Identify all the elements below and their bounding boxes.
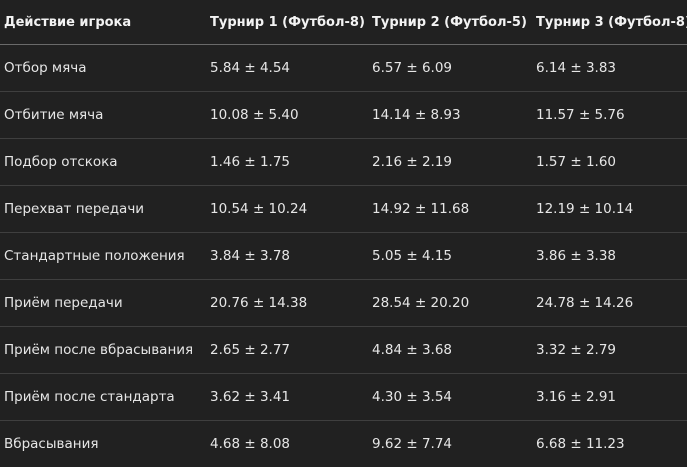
table-cell: 5.84 ± 4.54 [206, 45, 368, 92]
table-row: Подбор отскока 1.46 ± 1.75 2.16 ± 2.19 1… [0, 139, 687, 186]
table-cell: 3.86 ± 3.38 [532, 233, 687, 280]
table-cell: 20.76 ± 14.38 [206, 280, 368, 327]
row-label: Подбор отскока [0, 139, 206, 186]
table-row: Стандартные положения 3.84 ± 3.78 5.05 ±… [0, 233, 687, 280]
row-label: Перехват передачи [0, 186, 206, 233]
row-label: Приём после стандарта [0, 374, 206, 421]
table-cell: 1.46 ± 1.75 [206, 139, 368, 186]
table-cell: 3.32 ± 2.79 [532, 327, 687, 374]
table-row: Приём передачи 20.76 ± 14.38 28.54 ± 20.… [0, 280, 687, 327]
table-cell: 1.57 ± 1.60 [532, 139, 687, 186]
table-cell: 2.65 ± 2.77 [206, 327, 368, 374]
table-cell: 24.78 ± 14.26 [532, 280, 687, 327]
row-label: Вбрасывания [0, 421, 206, 467]
table-cell: 5.05 ± 4.15 [368, 233, 532, 280]
table-header-row: Действие игрока Турнир 1 (Футбол-8) Турн… [0, 0, 687, 45]
table-row: Приём после вбрасывания 2.65 ± 2.77 4.84… [0, 327, 687, 374]
header-player-action: Действие игрока [0, 0, 206, 45]
table-cell: 6.57 ± 6.09 [368, 45, 532, 92]
row-label: Отбитие мяча [0, 92, 206, 139]
row-label: Стандартные положения [0, 233, 206, 280]
table-cell: 10.54 ± 10.24 [206, 186, 368, 233]
table-cell: 6.14 ± 3.83 [532, 45, 687, 92]
table-cell: 14.14 ± 8.93 [368, 92, 532, 139]
table-cell: 6.68 ± 11.23 [532, 421, 687, 467]
table-row: Отбор мяча 5.84 ± 4.54 6.57 ± 6.09 6.14 … [0, 45, 687, 92]
row-label: Приём передачи [0, 280, 206, 327]
stats-table: Действие игрока Турнир 1 (Футбол-8) Турн… [0, 0, 687, 467]
table-cell: 3.84 ± 3.78 [206, 233, 368, 280]
table-row: Перехват передачи 10.54 ± 10.24 14.92 ± … [0, 186, 687, 233]
table-cell: 3.62 ± 3.41 [206, 374, 368, 421]
table-cell: 4.84 ± 3.68 [368, 327, 532, 374]
row-label: Приём после вбрасывания [0, 327, 206, 374]
table-cell: 9.62 ± 7.74 [368, 421, 532, 467]
table-row: Приём после стандарта 3.62 ± 3.41 4.30 ±… [0, 374, 687, 421]
table-cell: 11.57 ± 5.76 [532, 92, 687, 139]
table-cell: 2.16 ± 2.19 [368, 139, 532, 186]
table-row: Вбрасывания 4.68 ± 8.08 9.62 ± 7.74 6.68… [0, 421, 687, 467]
table-cell: 28.54 ± 20.20 [368, 280, 532, 327]
table-cell: 3.16 ± 2.91 [532, 374, 687, 421]
table-cell: 10.08 ± 5.40 [206, 92, 368, 139]
header-tournament-2: Турнир 2 (Футбол-5) [368, 0, 532, 45]
table-cell: 4.68 ± 8.08 [206, 421, 368, 467]
table-cell: 4.30 ± 3.54 [368, 374, 532, 421]
header-tournament-1: Турнир 1 (Футбол-8) [206, 0, 368, 45]
table-cell: 12.19 ± 10.14 [532, 186, 687, 233]
table-cell: 14.92 ± 11.68 [368, 186, 532, 233]
table-row: Отбитие мяча 10.08 ± 5.40 14.14 ± 8.93 1… [0, 92, 687, 139]
row-label: Отбор мяча [0, 45, 206, 92]
header-tournament-3: Турнир 3 (Футбол-8) [532, 0, 687, 45]
